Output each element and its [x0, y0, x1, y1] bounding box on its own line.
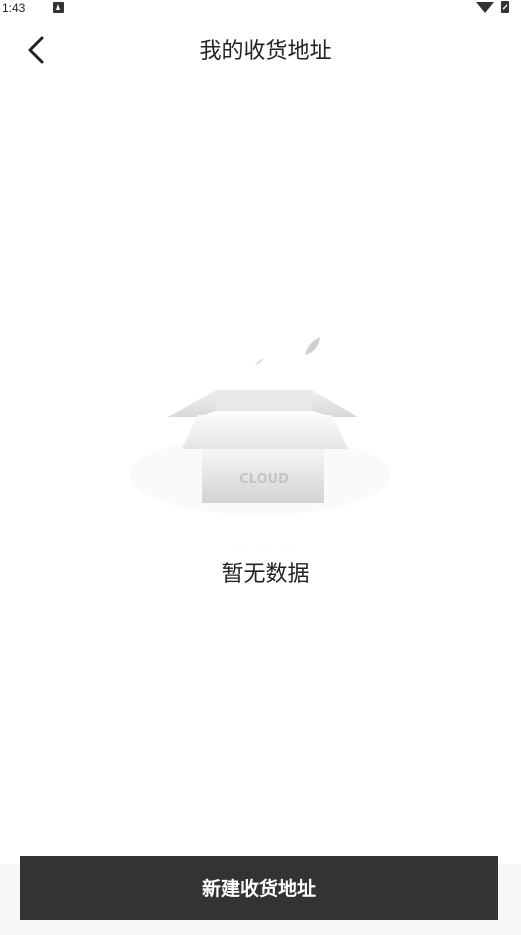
box-label: CLOUD: [239, 472, 289, 487]
empty-state-text: 暂无数据: [221, 562, 310, 587]
address-list-screen: 1:43 我的收货地址 CLOUD 暂无数据 新建收货地址: [0, 0, 521, 935]
header: 我的收货地址: [0, 22, 521, 82]
status-bar: 1:43: [0, 0, 521, 18]
new-address-button[interactable]: 新建收货地址: [20, 856, 498, 920]
wifi-icon: [476, 2, 494, 13]
battery-charging-icon: [501, 1, 509, 13]
android-notification-icon: [53, 2, 64, 13]
empty-box-illustration: CLOUD: [100, 325, 430, 630]
empty-box-icon: CLOUD: [100, 337, 430, 630]
page-title: 我的收货地址: [199, 39, 332, 64]
status-time: 1:43: [2, 1, 26, 15]
